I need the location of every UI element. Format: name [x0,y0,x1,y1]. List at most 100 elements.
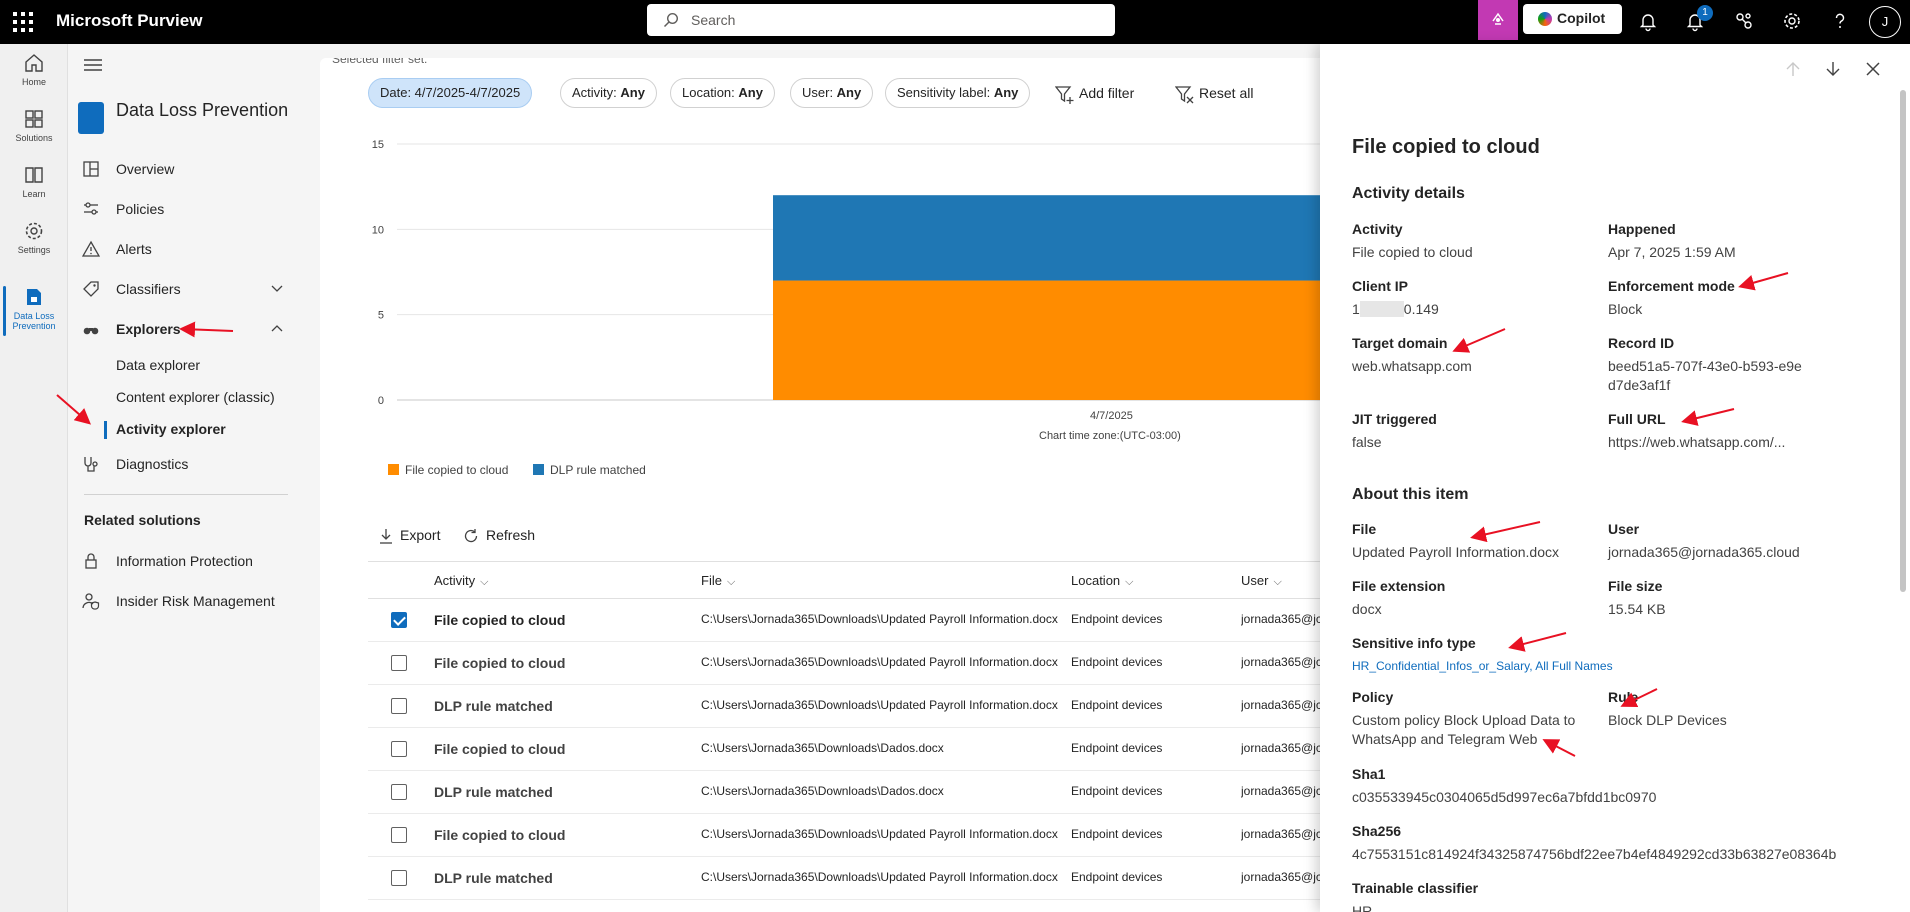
rail-item-solutions[interactable]: Solutions [0,108,68,143]
nav-item-explorers[interactable]: Explorers [68,314,320,344]
file-cell: C:\Users\Jornada365\Downloads\Updated Pa… [701,827,1058,841]
download-icon [380,529,392,544]
nav-item-information-protection[interactable]: Information Protection [68,546,320,576]
warning-icon [82,240,100,257]
legend-swatch-blue [533,464,544,475]
details-flyout: File copied to cloud Activity details Ac… [1320,44,1910,912]
rail-item-settings[interactable]: Settings [0,220,68,255]
field-policy: Policy Custom policy Block Upload Data to… [1352,689,1592,749]
search-icon [663,12,679,28]
nav-sub-data-explorer[interactable]: Data explorer [116,357,200,373]
rail-item-learn[interactable]: Learn [0,164,68,199]
nav-sub-activity-explorer[interactable]: Activity explorer [104,421,226,439]
nav-item-alerts[interactable]: Alerts [68,234,320,264]
table-row[interactable]: File copied to cloud C:\Users\Jornada365\… [368,728,1320,771]
nav-label-diagnostics: Diagnostics [116,456,189,472]
hamburger-icon[interactable] [84,58,102,72]
bar-segment[interactable] [773,195,1320,281]
flyout-scrollbar[interactable] [1900,90,1906,592]
row-checkbox[interactable] [391,698,407,714]
nav-item-diagnostics[interactable]: Diagnostics [68,449,320,479]
filter-chip-location[interactable]: Location: Any [670,78,775,108]
sensitive-info-link[interactable]: HR_Confidential_Infos_or_Salary, All Ful… [1352,657,1652,676]
rail-label-home: Home [21,77,46,87]
row-checkbox[interactable] [391,784,407,800]
field-value: 4c7553151c814924f34325874756bdf22ee7b4ef… [1352,846,1837,862]
field-value: beed51a5-707f-43e0-b593-e9ed7de3af1f [1608,358,1802,393]
file-cell: C:\Users\Jornada365\Downloads\Updated Pa… [701,870,1058,884]
app-name[interactable]: Microsoft Purview [56,11,202,31]
table-row[interactable]: File copied to cloud C:\Users\Jornada365\… [368,642,1320,685]
search-placeholder: Search [691,12,736,28]
row-checkbox[interactable] [391,655,407,671]
selected-filter-hint: Selected filter set: [332,58,428,66]
field-value: jornada365@jornada365.cloud [1608,544,1800,560]
location-cell: Endpoint devices [1071,698,1163,712]
row-checkbox[interactable] [391,827,407,843]
field-value: 15.54 KB [1608,601,1666,617]
filter-chip-date[interactable]: Date: 4/7/2025-4/7/2025 [368,78,533,108]
chevron-up-icon[interactable] [270,322,284,336]
row-checkbox[interactable] [391,741,407,757]
arrow-down-icon[interactable] [1824,60,1842,78]
refresh-button[interactable]: Refresh [463,527,535,543]
rail-item-dlp[interactable]: Data Loss Prevention [0,286,68,336]
table-row[interactable]: DLP rule matched C:\Users\Jornada365\Down… [368,857,1320,900]
location-cell: Endpoint devices [1071,612,1163,626]
field-rule: Rule Block DLP Devices [1608,689,1858,730]
column-header-activity[interactable]: Activity [434,573,489,589]
close-icon[interactable] [1864,60,1882,78]
nav-item-classifiers[interactable]: Classifiers [68,274,320,304]
table-row[interactable]: DLP rule matched C:\Users\Jornada365\Down… [368,685,1320,728]
search-input[interactable]: Search [647,4,1115,36]
copilot-button[interactable]: Copilot [1523,4,1622,34]
app-launcher-icon[interactable] [12,11,34,33]
refresh-label: Refresh [486,527,536,543]
nav-item-overview[interactable]: Overview [68,154,320,184]
legend-label-dlp-rule: DLP rule matched [550,463,646,477]
table-row[interactable]: DLP rule matched C:\Users\Jornada365\Down… [368,771,1320,814]
learn-icon [25,167,43,183]
main-content: Selected filter set: Date: 4/7/2025-4/7/… [320,58,1320,912]
filter-chip-user[interactable]: User: Any [790,78,874,108]
field-value: 1 0.149 [1352,300,1602,319]
add-filter-button[interactable]: Add filter [1055,85,1134,104]
row-checkbox[interactable] [391,612,407,628]
export-button[interactable]: Export [378,527,441,544]
gear-icon[interactable] [1781,10,1803,32]
reset-all-button[interactable]: Reset all [1175,85,1253,104]
bar-segment[interactable] [773,280,1320,400]
rail-item-home[interactable]: Home [0,52,68,87]
avatar[interactable]: J [1869,6,1901,38]
nav-label-overview: Overview [116,161,175,177]
field-label: Happened [1608,221,1676,237]
help-icon[interactable] [1829,10,1851,32]
nav-item-insider-risk[interactable]: Insider Risk Management [68,586,320,616]
nav-item-policies[interactable]: Policies [68,194,320,224]
arrow-up-icon[interactable] [1784,60,1802,78]
row-checkbox[interactable] [391,870,407,886]
export-label: Export [400,527,441,543]
security-copilot-button[interactable] [1478,0,1518,40]
connected-icon[interactable] [1733,10,1755,32]
table-row[interactable]: File copied to cloud C:\Users\Jornada365\… [368,814,1320,857]
bell-icon[interactable] [1637,10,1659,32]
field-file-size: File size 15.54 KB [1608,578,1858,619]
table-row[interactable]: File copied to cloud C:\Users\Jornada365\… [368,599,1320,642]
activity-cell: DLP rule matched [434,870,553,886]
filter-chip-activity[interactable]: Activity: Any [560,78,657,108]
column-header-user[interactable]: User [1241,573,1282,589]
column-header-file[interactable]: File [701,573,735,589]
home-icon [25,54,43,72]
chevron-down-icon[interactable] [270,282,284,296]
y-tick-label: 0 [378,395,384,407]
filter-chip-sensitivity-label[interactable]: Sensitivity label: Any [885,78,1031,108]
y-tick-label: 15 [372,139,384,151]
client-ip-suffix: 0.149 [1403,301,1439,317]
legend-item-file-copied[interactable]: File copied to cloud [388,463,508,477]
column-header-location[interactable]: Location [1071,573,1134,589]
nav-label-alerts: Alerts [116,241,152,257]
nav-sub-content-explorer[interactable]: Content explorer (classic) [116,389,275,405]
field-value: false [1352,434,1382,450]
legend-item-dlp-rule[interactable]: DLP rule matched [533,463,646,477]
